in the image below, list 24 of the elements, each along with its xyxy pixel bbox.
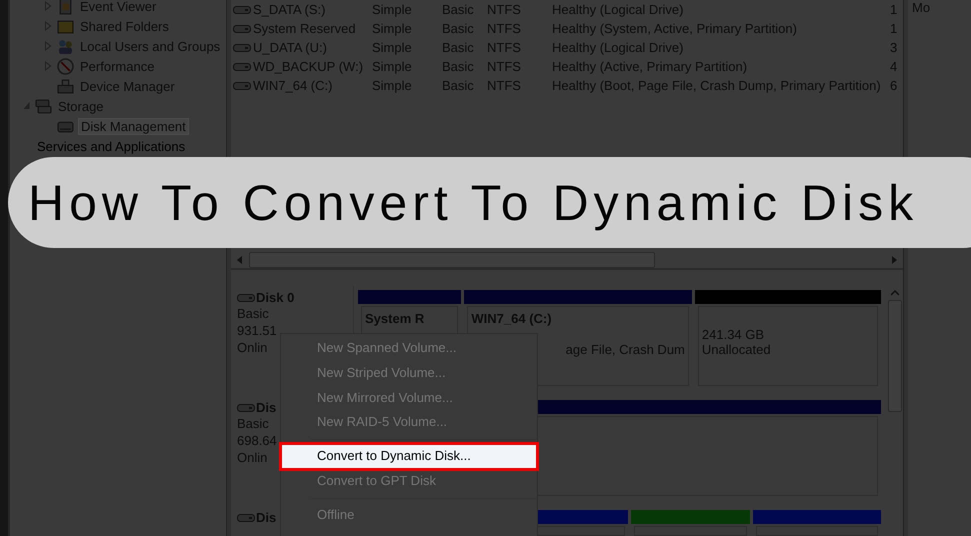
storage-icon	[35, 98, 52, 114]
expand-arrow-icon[interactable]	[44, 41, 53, 51]
drive-icon	[233, 62, 251, 72]
tree-item[interactable]: Services and Applications	[35, 138, 188, 154]
expand-arrow-icon[interactable]	[44, 21, 53, 31]
scrollbar-thumb[interactable]	[888, 300, 902, 412]
drive-icon	[233, 4, 251, 14]
scroll-right-icon[interactable]	[891, 256, 897, 264]
menu-item[interactable]: Convert to Dynamic Disk...	[281, 444, 537, 469]
drive-icon	[233, 42, 251, 52]
device-icon	[57, 78, 74, 94]
banner-title: How To Convert To Dynamic Disk	[28, 174, 918, 232]
log-icon	[57, 0, 74, 14]
scroll-up-icon[interactable]	[891, 290, 899, 296]
tree-item[interactable]: Disk Management	[78, 118, 189, 134]
expand-arrow-icon[interactable]	[44, 61, 53, 71]
drive-icon	[233, 80, 251, 90]
gauge-icon	[57, 58, 74, 74]
folder-icon	[57, 18, 74, 34]
drive-icon	[233, 24, 251, 34]
expand-arrow-icon[interactable]	[22, 101, 31, 111]
expand-arrow-icon[interactable]	[44, 1, 53, 11]
scroll-left-icon[interactable]	[237, 256, 243, 264]
users-icon	[57, 38, 74, 54]
